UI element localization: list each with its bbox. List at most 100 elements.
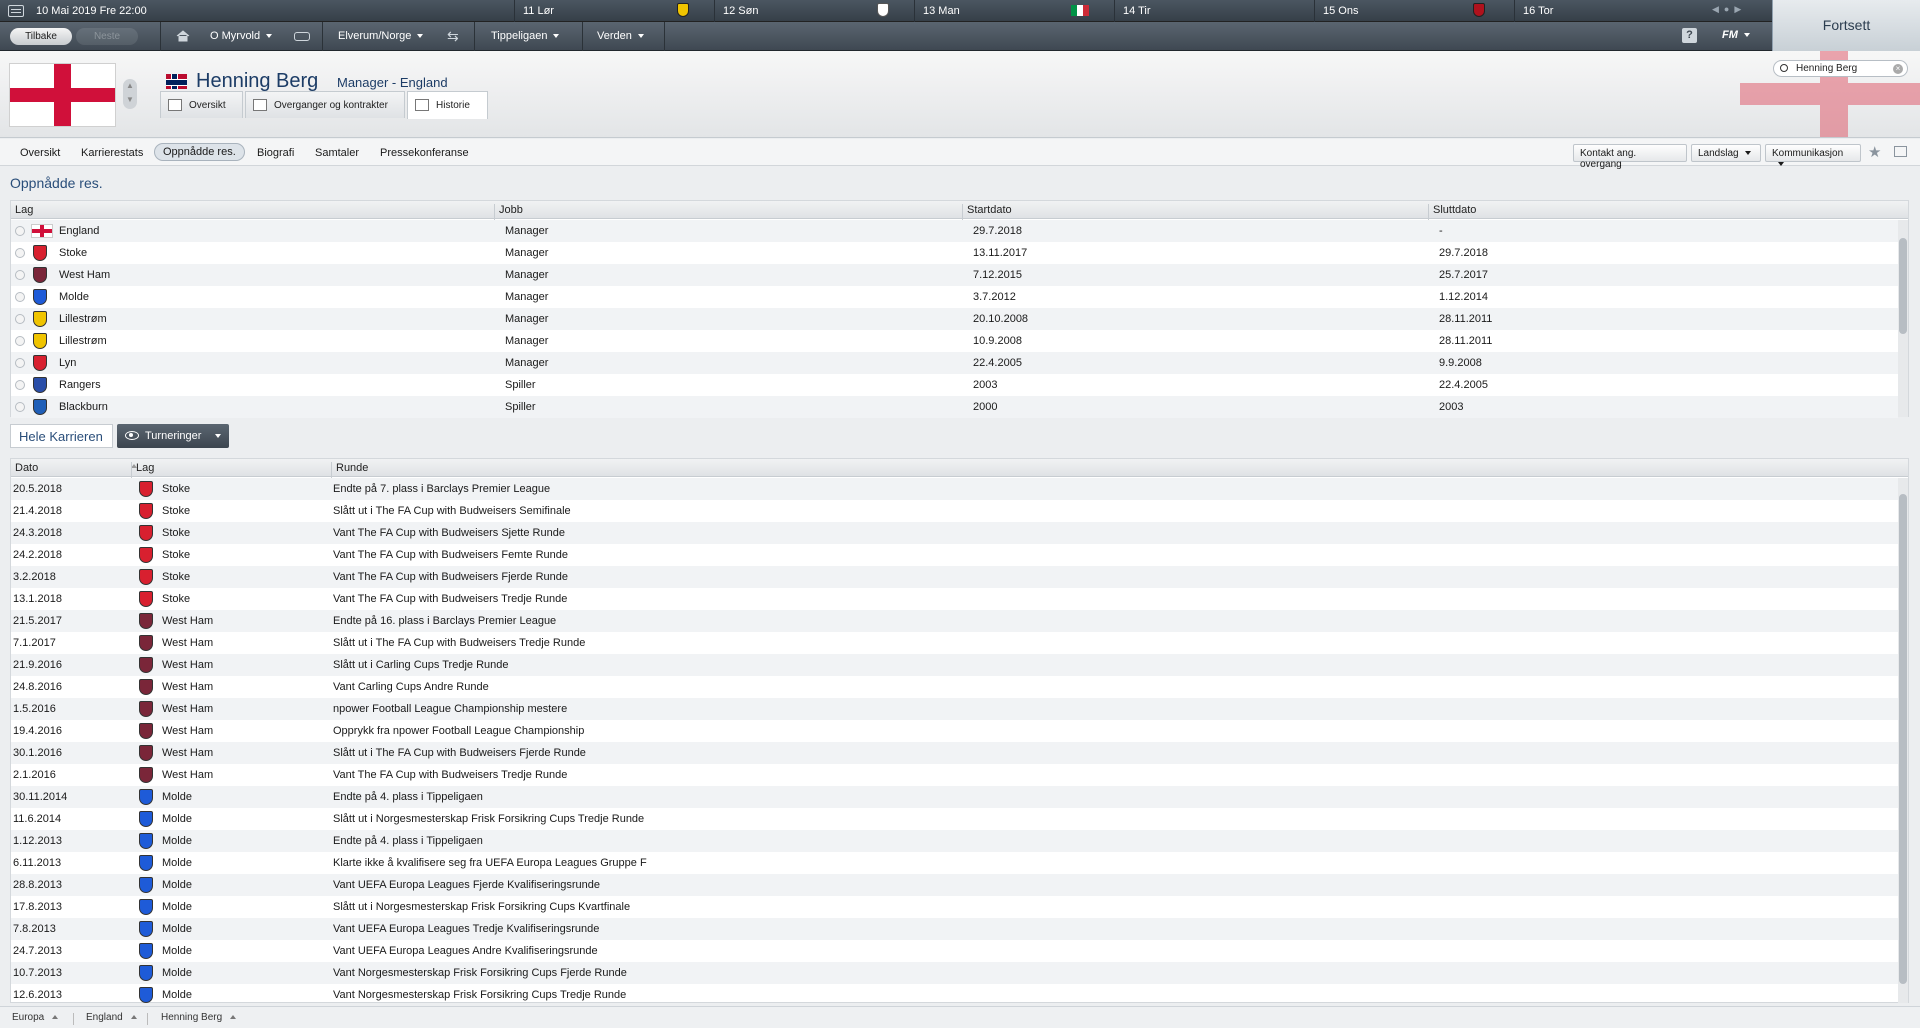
cell-team[interactable]: Molde <box>162 813 192 825</box>
table-row[interactable]: 1.5.2016 West Ham npower Football League C… <box>11 698 1898 720</box>
subnav-career-stats[interactable]: Karrierestats <box>73 145 151 161</box>
subnav-press-conference[interactable]: Pressekonferanse <box>372 145 477 161</box>
league-menu[interactable]: Tippeligaen <box>491 30 560 42</box>
cell-team[interactable]: West Ham <box>162 615 213 627</box>
radio-button[interactable] <box>15 226 25 236</box>
cell-team[interactable]: Stoke <box>59 247 87 259</box>
car-icon[interactable] <box>294 32 310 41</box>
tournaments-filter[interactable]: Turneringer <box>117 424 229 448</box>
club-menu[interactable]: O Myrvold <box>210 30 273 42</box>
day-cell[interactable]: 15 Ons <box>1314 0 1514 22</box>
cell-team[interactable]: West Ham <box>162 637 213 649</box>
day-cell[interactable]: 12 Søn <box>714 0 914 22</box>
add-list-icon[interactable] <box>1894 146 1907 157</box>
table-row[interactable]: 10.7.2013 Molde Vant Norgesmesterskap Fris… <box>11 962 1898 984</box>
cell-team[interactable]: Molde <box>162 857 192 869</box>
career-scrollbar[interactable] <box>1898 220 1908 417</box>
next-button[interactable]: Neste <box>76 28 138 45</box>
table-row[interactable]: 30.11.2014 Molde Endte på 4. plass i Tippe… <box>11 786 1898 808</box>
back-button[interactable]: Tilbake <box>10 28 72 45</box>
cell-team[interactable]: Molde <box>162 791 192 803</box>
cell-team[interactable]: West Ham <box>162 703 213 715</box>
table-row[interactable]: 24.3.2018 Stoke Vant The FA Cup with Budwe… <box>11 522 1898 544</box>
menu-icon[interactable] <box>8 5 24 17</box>
day-cell[interactable]: 14 Tir <box>1114 0 1314 22</box>
col-team[interactable]: Lag <box>11 204 33 220</box>
cell-team[interactable]: West Ham <box>162 725 213 737</box>
table-row[interactable]: 28.8.2013 Molde Vant UEFA Europa Leagues F… <box>11 874 1898 896</box>
cell-team[interactable]: Molde <box>162 879 192 891</box>
subnav-achievements[interactable]: Oppnådde res. <box>154 143 245 161</box>
cell-team[interactable]: Stoke <box>162 505 190 517</box>
cell-team[interactable]: Rangers <box>59 379 101 391</box>
cell-team[interactable]: Lillestrøm <box>59 313 107 325</box>
table-row[interactable]: Rangers Spiller 2003 22.4.2005 <box>11 374 1898 396</box>
world-menu[interactable]: Verden <box>597 30 644 42</box>
table-row[interactable]: 2.1.2016 West Ham Vant The FA Cup with Bud… <box>11 764 1898 786</box>
col-round[interactable]: Runde <box>331 462 368 478</box>
cell-team[interactable]: Molde <box>162 967 192 979</box>
calendar-nav-arrows[interactable]: ◀ ● ▶ <box>1712 4 1768 18</box>
table-row[interactable]: West Ham Manager 7.12.2015 25.7.2017 <box>11 264 1898 286</box>
star-icon[interactable]: ★ <box>1868 143 1881 161</box>
cell-team[interactable]: Molde <box>162 945 192 957</box>
cell-team[interactable]: West Ham <box>162 747 213 759</box>
radio-button[interactable] <box>15 402 25 412</box>
table-row[interactable]: Lillestrøm Manager 20.10.2008 28.11.2011 <box>11 308 1898 330</box>
scroll-thumb[interactable] <box>1899 238 1907 334</box>
cell-team[interactable]: West Ham <box>162 769 213 781</box>
national-team-button[interactable]: Landslag <box>1691 144 1761 162</box>
swap-icon[interactable]: ⇆ <box>447 28 459 45</box>
table-row[interactable]: 21.5.2017 West Ham Endte på 16. plass i Ba… <box>11 610 1898 632</box>
table-row[interactable]: 17.8.2013 Molde Slått ut i Norgesmesterska… <box>11 896 1898 918</box>
table-row[interactable]: 19.4.2016 West Ham Opprykk fra npower Foot… <box>11 720 1898 742</box>
tab-transfers-contracts[interactable]: Overganger og kontrakter <box>245 91 405 118</box>
breadcrumb-europe[interactable]: Europa <box>12 1012 59 1023</box>
cell-team[interactable]: Stoke <box>162 549 190 561</box>
table-row[interactable]: Stoke Manager 13.11.2017 29.7.2018 <box>11 242 1898 264</box>
cell-team[interactable]: Lillestrøm <box>59 335 107 347</box>
breadcrumb-england[interactable]: England <box>86 1012 137 1023</box>
table-row[interactable]: 21.4.2018 Stoke Slått ut i The FA Cup with… <box>11 500 1898 522</box>
table-row[interactable]: 6.11.2013 Molde Klarte ikke å kvalifisere … <box>11 852 1898 874</box>
search-input[interactable]: Henning Berg × <box>1773 60 1908 77</box>
cell-team[interactable]: Stoke <box>162 527 190 539</box>
table-row[interactable]: 21.9.2016 West Ham Slått ut i Carling Cups… <box>11 654 1898 676</box>
help-icon[interactable]: ? <box>1682 28 1697 43</box>
radio-button[interactable] <box>15 248 25 258</box>
table-row[interactable]: 1.12.2013 Molde Endte på 4. plass i Tippel… <box>11 830 1898 852</box>
whole-career-button[interactable]: Hele Karrieren <box>10 424 113 448</box>
nation-menu[interactable]: Elverum/Norge <box>338 30 424 42</box>
col-date[interactable]: Dato <box>11 462 38 478</box>
subnav-overview[interactable]: Oversikt <box>12 145 68 161</box>
profile-scroll-arrows[interactable]: ▲ ▼ <box>123 79 137 109</box>
fm-menu[interactable]: FM <box>1722 29 1750 41</box>
cell-team[interactable]: Stoke <box>162 571 190 583</box>
col-start[interactable]: Startdato <box>962 204 1012 220</box>
subnav-biography[interactable]: Biografi <box>249 145 302 161</box>
home-icon[interactable] <box>176 30 190 42</box>
table-row[interactable]: 3.2.2018 Stoke Vant The FA Cup with Budwei… <box>11 566 1898 588</box>
col-end[interactable]: Sluttdato <box>1428 204 1476 220</box>
table-row[interactable]: Blackburn Spiller 2000 2003 <box>11 396 1898 418</box>
history-scrollbar[interactable] <box>1898 478 1908 1003</box>
table-row[interactable]: 11.6.2014 Molde Slått ut i Norgesmesterska… <box>11 808 1898 830</box>
day-cell[interactable]: 13 Man <box>914 0 1114 22</box>
scroll-thumb[interactable] <box>1899 494 1907 984</box>
cell-team[interactable]: West Ham <box>162 681 213 693</box>
table-row[interactable]: England Manager 29.7.2018 - <box>11 220 1898 242</box>
table-row[interactable]: Lyn Manager 22.4.2005 9.9.2008 <box>11 352 1898 374</box>
day-cell[interactable]: 11 Lør <box>514 0 714 22</box>
col-job[interactable]: Jobb <box>494 204 523 220</box>
radio-button[interactable] <box>15 314 25 324</box>
table-row[interactable]: 20.5.2018 Stoke Endte på 7. plass i Barcla… <box>11 478 1898 500</box>
radio-button[interactable] <box>15 270 25 280</box>
cell-team[interactable]: Lyn <box>59 357 76 369</box>
tab-overview[interactable]: Oversikt <box>160 91 243 118</box>
breadcrumb-person[interactable]: Henning Berg <box>161 1012 237 1023</box>
radio-button[interactable] <box>15 380 25 390</box>
table-row[interactable]: Molde Manager 3.7.2012 1.12.2014 <box>11 286 1898 308</box>
cell-team[interactable]: Blackburn <box>59 401 108 413</box>
cell-team[interactable]: West Ham <box>59 269 110 281</box>
table-row[interactable]: Lillestrøm Manager 10.9.2008 28.11.2011 <box>11 330 1898 352</box>
